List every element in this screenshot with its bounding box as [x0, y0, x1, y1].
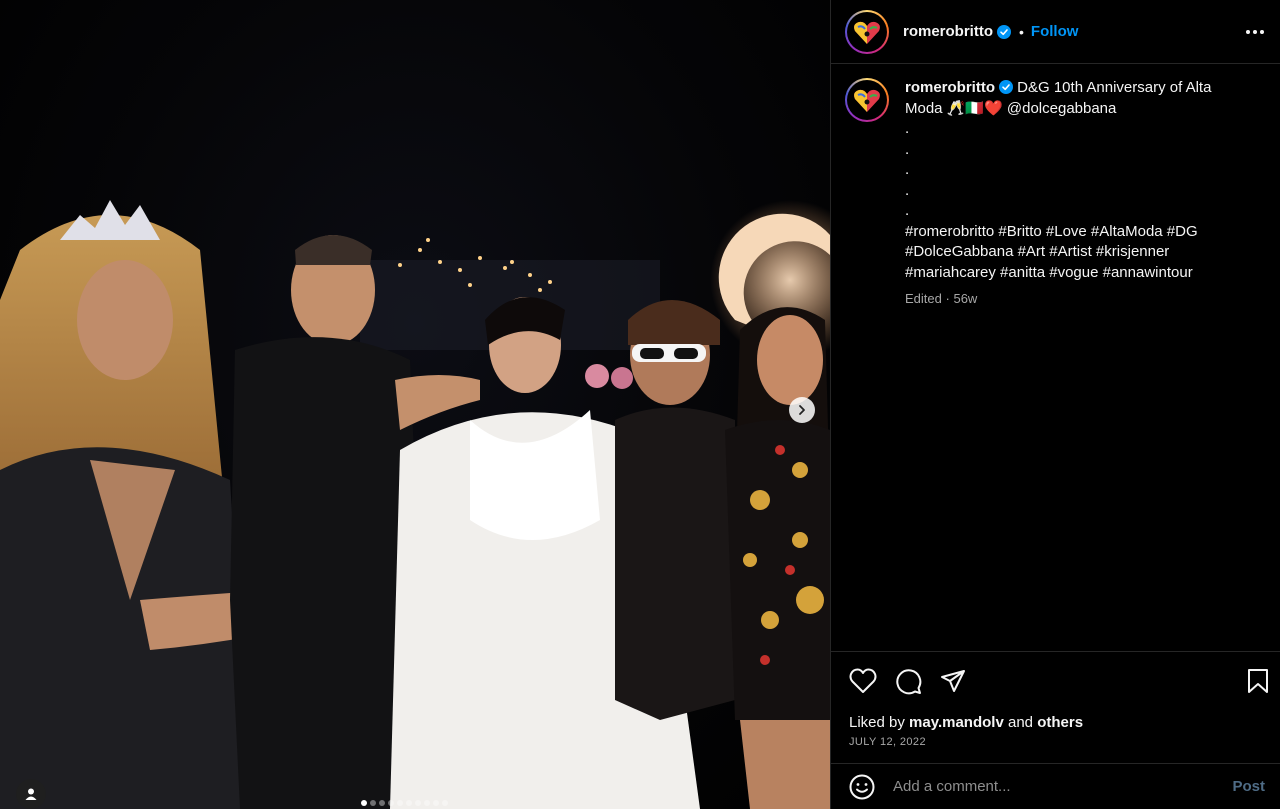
follow-button[interactable]: Follow: [1031, 23, 1079, 40]
carousel-dot: [433, 800, 439, 806]
post-image[interactable]: [0, 0, 830, 809]
verified-badge-icon: [999, 80, 1013, 94]
britto-heart-logo-icon: [854, 21, 880, 44]
age-separator: ·: [945, 291, 950, 306]
emoji-icon[interactable]: [849, 774, 875, 800]
share-icon[interactable]: [940, 669, 966, 693]
carousel-dot: [406, 800, 412, 806]
caption-username[interactable]: romerobritto: [905, 79, 995, 96]
post-date[interactable]: JULY 12, 2022: [831, 731, 1280, 748]
carousel-dot: [415, 800, 421, 806]
header-separator: •: [1019, 23, 1024, 40]
carousel-dot: [379, 800, 385, 806]
caption-avatar[interactable]: [845, 78, 889, 122]
carousel-dot: [361, 800, 367, 806]
carousel-dot: [397, 800, 403, 806]
caption-body: romerobritto D&G 10th Anniversary of Alt…: [905, 78, 1245, 310]
post-age[interactable]: 56w: [953, 291, 977, 306]
action-bar: [831, 652, 1280, 710]
britto-heart-logo-icon: [854, 89, 880, 112]
post-header: romerobritto • Follow: [831, 0, 1280, 64]
heart-icon[interactable]: [849, 668, 877, 694]
avatar[interactable]: [845, 9, 889, 54]
caption-dot: .: [905, 120, 910, 137]
carousel-dot: [370, 800, 376, 806]
post-actions-section: Liked by may.mandolv and others JULY 12,…: [831, 651, 1280, 748]
post-comment-button[interactable]: Post: [1232, 778, 1265, 795]
caption-dot: .: [905, 202, 910, 219]
carousel-indicator: [361, 800, 448, 806]
caption-dot: .: [905, 181, 910, 199]
likes-summary: Liked by may.mandolv and others: [831, 710, 1280, 731]
post-side-panel: romerobritto • Follow romerobritto D&G 1…: [830, 0, 1280, 809]
liked-by-user[interactable]: may.mandolv: [909, 714, 1004, 731]
carousel-next-button[interactable]: [789, 397, 815, 423]
user-tag-icon: [25, 788, 37, 800]
caption-meta: Edited · 56w: [905, 289, 1245, 310]
carousel-dot: [424, 800, 430, 806]
comment-composer: Post: [831, 763, 1280, 809]
liked-by-prefix: Liked by: [849, 714, 905, 731]
edited-label: Edited: [905, 291, 942, 306]
carousel-dot: [388, 800, 394, 806]
liked-by-and: and: [1007, 714, 1034, 731]
photo-scene: [0, 200, 830, 809]
more-options-icon[interactable]: [1246, 29, 1264, 34]
caption-hashtags[interactable]: #romerobritto #Britto #Love #AltaModa #D…: [905, 222, 1245, 284]
comment-icon[interactable]: [895, 668, 922, 695]
comment-input[interactable]: [893, 778, 1233, 795]
header-username[interactable]: romerobritto: [903, 23, 993, 40]
bookmark-icon[interactable]: [1247, 668, 1269, 694]
caption-dot: .: [905, 140, 910, 158]
verified-badge-icon: [997, 24, 1011, 39]
chevron-right-icon: [799, 405, 805, 415]
caption-dot: .: [905, 161, 910, 178]
caption: romerobritto D&G 10th Anniversary of Alt…: [831, 64, 1280, 310]
carousel-dot: [442, 800, 448, 806]
user-tag-button[interactable]: [16, 779, 46, 809]
liked-by-others[interactable]: others: [1037, 714, 1083, 731]
